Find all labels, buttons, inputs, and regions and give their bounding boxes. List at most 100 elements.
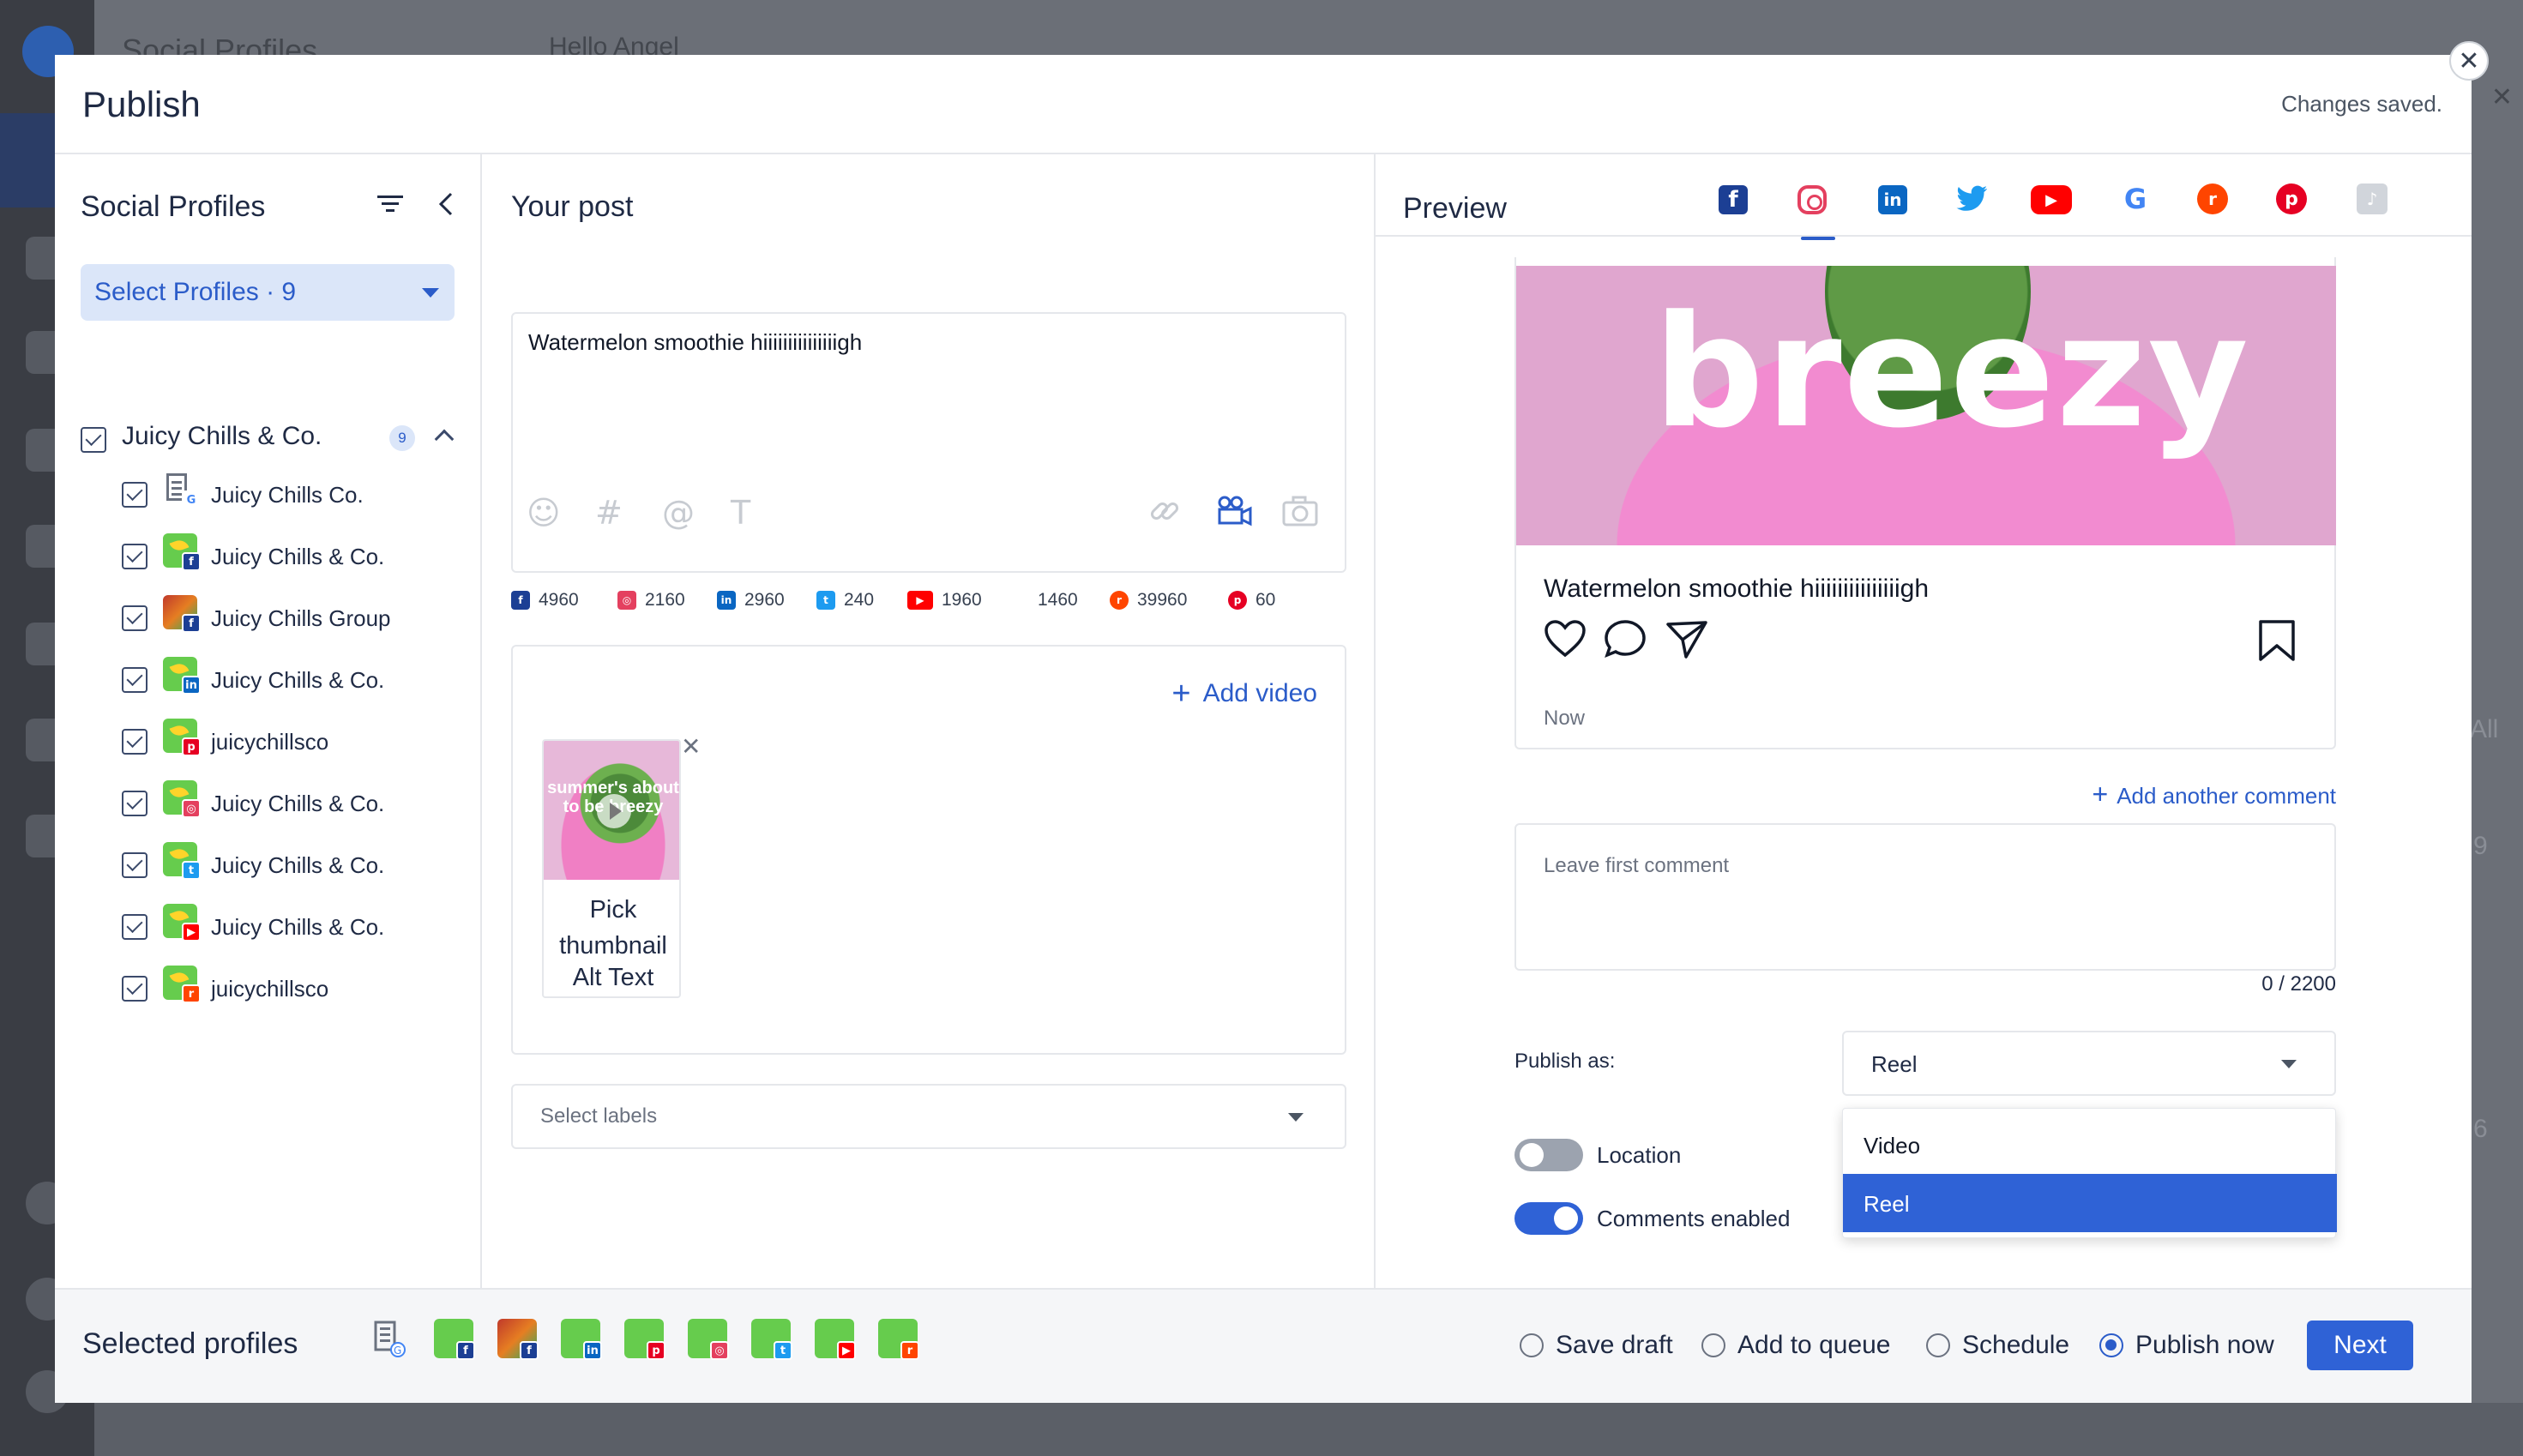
char-count-linkedin: in 2960 xyxy=(717,590,785,611)
tab-instagram[interactable] xyxy=(1797,185,1835,240)
profile-item[interactable]: ▶ Juicy Chills & Co. xyxy=(55,904,482,955)
char-count-google: G 1460 xyxy=(1010,590,1078,611)
video-thumbnail[interactable]: summer's about to be breezy xyxy=(544,741,679,880)
profile-item[interactable]: p juicychillsco xyxy=(55,719,482,770)
tab-linkedin[interactable]: in xyxy=(1878,185,1907,214)
profile-name: Juicy Chills & Co. xyxy=(211,791,385,816)
option-reel[interactable]: Reel xyxy=(1843,1174,2337,1232)
group-checkbox[interactable] xyxy=(81,427,106,453)
option-publish-now[interactable]: Publish now xyxy=(2099,1331,2274,1360)
tab-youtube[interactable]: ▶ xyxy=(2031,185,2072,214)
link-icon[interactable] xyxy=(1147,494,1182,536)
mention-icon[interactable]: @ xyxy=(662,494,695,532)
profile-checkbox[interactable] xyxy=(122,667,148,693)
profile-name: juicychillsco xyxy=(211,976,329,1002)
profile-name: Juicy Chills & Co. xyxy=(211,544,385,569)
profile-checkbox[interactable] xyxy=(122,791,148,816)
avatar: in xyxy=(561,1319,602,1360)
char-count-instagram: ◎ 2160 xyxy=(617,590,685,611)
linkedin-icon: in xyxy=(583,1341,602,1360)
first-comment-input[interactable]: Leave first comment xyxy=(1514,823,2336,971)
profile-item[interactable]: f Juicy Chills & Co. xyxy=(55,533,482,585)
profile-name: Juicy Chills & Co. xyxy=(211,852,385,878)
profile-item[interactable]: G Juicy Chills Co. xyxy=(55,472,482,523)
select-profiles-label: Select Profiles · 9 xyxy=(94,278,297,306)
profile-name: juicychillsco xyxy=(211,729,329,755)
twitter-icon: t xyxy=(816,591,835,610)
close-icon[interactable]: ✕ xyxy=(2449,41,2489,81)
pick-thumbnail-link[interactable]: Pick thumbnail xyxy=(544,892,679,964)
radio-button[interactable] xyxy=(1520,1333,1544,1357)
publish-as-select[interactable]: Reel xyxy=(1842,1031,2336,1096)
post-editor[interactable]: Watermelon smoothie hiiiiiiiiiiiiiiigh ☺… xyxy=(511,312,1346,573)
collapse-panel-icon[interactable] xyxy=(436,190,456,225)
tab-facebook[interactable]: f xyxy=(1719,185,1748,214)
select-labels-dropdown[interactable]: Select labels xyxy=(511,1084,1346,1149)
profile-name: Juicy Chills Group xyxy=(211,605,391,631)
reddit-icon: r xyxy=(182,984,201,1003)
profile-item[interactable]: in Juicy Chills & Co. xyxy=(55,657,482,708)
profile-checkbox[interactable] xyxy=(122,605,148,631)
video-camera-icon[interactable] xyxy=(1216,494,1254,536)
radio-button-selected[interactable] xyxy=(2099,1333,2123,1357)
reddit-icon: r xyxy=(900,1341,919,1360)
profile-item[interactable]: t Juicy Chills & Co. xyxy=(55,842,482,893)
preview-network-tabs: Preview f in ▶ G r p ♪ xyxy=(1376,154,2472,240)
text-format-icon[interactable]: T xyxy=(731,494,750,532)
remove-video-icon[interactable]: ✕ xyxy=(681,732,701,761)
option-video[interactable]: Video xyxy=(1843,1116,2337,1174)
profile-checkbox[interactable] xyxy=(122,976,148,1002)
instagram-icon: ◎ xyxy=(710,1341,729,1360)
google-icon: G xyxy=(1010,591,1029,610)
comments-enabled-toggle[interactable] xyxy=(1514,1202,1583,1235)
select-profiles-dropdown[interactable]: Select Profiles · 9 xyxy=(81,264,455,321)
instagram-icon: ◎ xyxy=(182,799,201,818)
profile-item[interactable]: f Juicy Chills Group xyxy=(55,595,482,647)
profile-item[interactable]: ◎ Juicy Chills & Co. xyxy=(55,780,482,832)
tab-tiktok[interactable]: ♪ xyxy=(2357,184,2388,214)
next-button[interactable]: Next xyxy=(2307,1321,2413,1370)
camera-icon[interactable] xyxy=(1281,494,1319,536)
add-video-button[interactable]: + Add video xyxy=(1171,676,1317,713)
emoji-icon[interactable]: ☺ xyxy=(527,494,561,532)
profile-checkbox[interactable] xyxy=(122,729,148,755)
option-schedule[interactable]: Schedule xyxy=(1926,1331,2069,1360)
profile-item[interactable]: r juicychillsco xyxy=(55,966,482,1017)
modal-header: Publish Changes saved. xyxy=(55,55,2472,154)
chevron-up-icon[interactable] xyxy=(434,429,455,449)
hashtag-icon[interactable]: # xyxy=(595,494,623,532)
post-text[interactable]: Watermelon smoothie hiiiiiiiiiiiiiiigh xyxy=(528,329,862,356)
profile-name: Juicy Chills & Co. xyxy=(211,667,385,693)
radio-button[interactable] xyxy=(1926,1333,1950,1357)
profile-checkbox[interactable] xyxy=(122,852,148,878)
tab-twitter[interactable] xyxy=(1955,182,1990,216)
filter-icon[interactable] xyxy=(376,189,405,225)
facebook-icon: f xyxy=(456,1341,475,1360)
publish-as-menu: Video Reel xyxy=(1842,1108,2337,1238)
profile-checkbox[interactable] xyxy=(122,482,148,508)
radio-button[interactable] xyxy=(1701,1333,1725,1357)
modal-title: Publish xyxy=(82,84,201,124)
option-save-draft[interactable]: Save draft xyxy=(1520,1331,1673,1360)
option-add-to-queue[interactable]: Add to queue xyxy=(1701,1331,1891,1360)
tab-reddit[interactable]: r xyxy=(2197,184,2228,214)
pinterest-icon: p xyxy=(1228,591,1247,610)
play-icon[interactable] xyxy=(597,794,631,828)
char-count-pinterest: p 60 xyxy=(1228,590,1275,611)
tab-google[interactable]: G xyxy=(2118,182,2153,216)
profile-checkbox[interactable] xyxy=(122,914,148,940)
linkedin-icon: in xyxy=(717,591,736,610)
tab-pinterest[interactable]: p xyxy=(2276,184,2307,214)
char-count-reddit: r 39960 xyxy=(1110,590,1187,611)
alt-text-link[interactable]: Alt Text xyxy=(544,964,679,992)
plus-icon: + xyxy=(2092,779,2109,809)
comment-placeholder: Leave first comment xyxy=(1544,854,1730,877)
bookmark-icon xyxy=(2257,619,2297,666)
background-close-icon: ✕ xyxy=(2490,83,2513,111)
group-count-badge: 9 xyxy=(389,425,415,451)
location-toggle[interactable] xyxy=(1514,1139,1583,1171)
profile-checkbox[interactable] xyxy=(122,544,148,569)
comment-char-count: 0 / 2200 xyxy=(2261,972,2336,996)
add-another-comment-button[interactable]: + Add another comment xyxy=(2092,779,2337,810)
comments-enabled-label: Comments enabled xyxy=(1597,1206,1791,1231)
